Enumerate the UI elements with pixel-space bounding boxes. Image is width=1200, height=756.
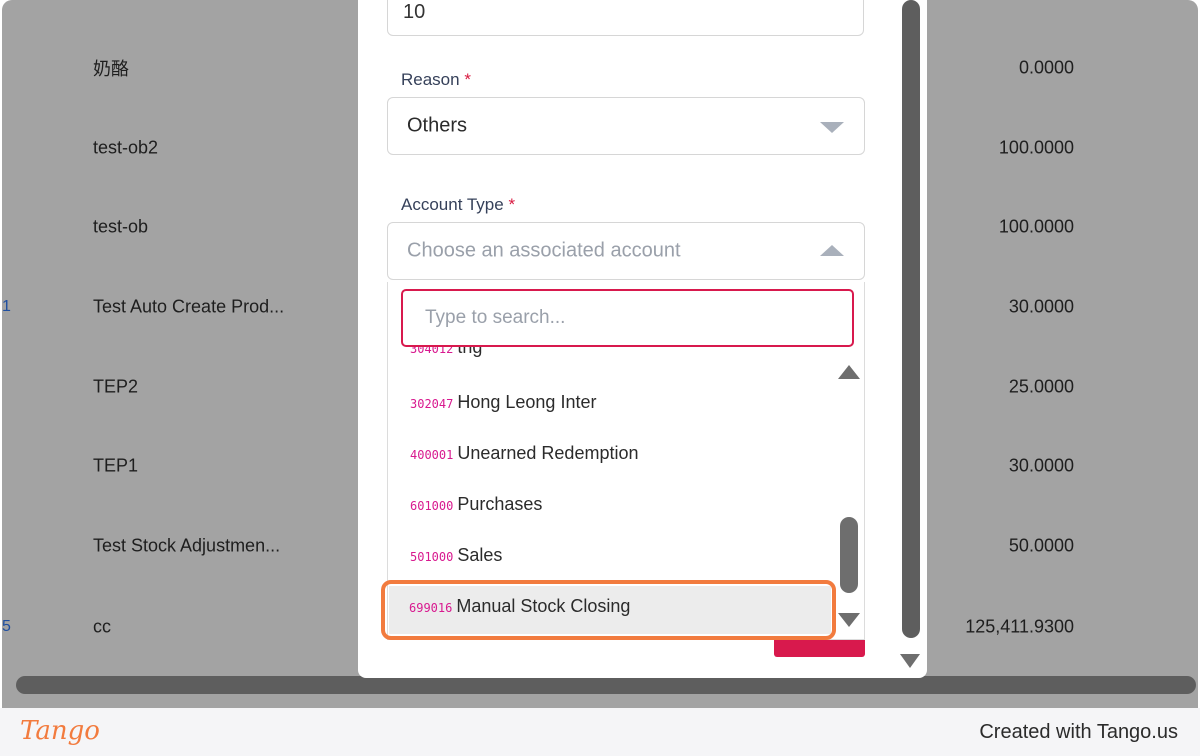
scroll-down-arrow-icon[interactable]: [838, 613, 860, 627]
reason-value: Others: [407, 114, 468, 137]
product-name: test-ob2: [93, 137, 159, 158]
product-name: test-ob: [93, 216, 149, 237]
click-highlight-frame: [381, 580, 836, 640]
quantity-value: 10: [403, 1, 426, 23]
product-name: cc: [93, 616, 111, 637]
product-name: Test Auto Create Prod...: [93, 296, 285, 317]
reason-label: Reason *: [401, 70, 471, 89]
dropdown-scrollbar[interactable]: [840, 517, 858, 593]
chevron-down-icon: [820, 122, 844, 133]
list-item-clipped[interactable]: 304012 tng: [388, 347, 828, 359]
row-edge-link: 1: [2, 298, 11, 315]
footer-credit: Created with Tango.us: [979, 721, 1178, 743]
product-value: 50.0000: [1008, 535, 1074, 556]
account-code: 302047: [410, 397, 454, 411]
product-name: Test Stock Adjustmen...: [93, 535, 281, 556]
account-code: 400001: [410, 448, 454, 462]
chevron-up-icon: [820, 245, 844, 256]
list-item[interactable]: 601000 Purchases: [410, 494, 542, 515]
footer: Tango Created with Tango.us: [0, 708, 1200, 756]
account-search-input[interactable]: Type to search...: [401, 289, 854, 347]
modal-vertical-scrollbar[interactable]: [902, 0, 920, 638]
list-item[interactable]: 302047 Hong Leong Inter: [410, 392, 596, 413]
product-value: 30.0000: [1008, 455, 1074, 476]
list-item[interactable]: 400001 Unearned Redemption: [410, 443, 638, 464]
product-value: 0.0000: [1018, 57, 1074, 78]
list-item[interactable]: 501000 Sales: [410, 545, 502, 566]
product-value: 100.0000: [998, 216, 1074, 237]
account-code: 501000: [410, 550, 454, 564]
product-name: TEP1: [93, 455, 139, 476]
scroll-down-arrow-icon[interactable]: [900, 654, 920, 668]
account-code: 304012: [410, 347, 454, 356]
product-name: 奶酪: [93, 59, 129, 79]
product-value: 100.0000: [998, 137, 1074, 158]
account-type-select[interactable]: Choose an associated account: [387, 222, 865, 280]
required-mark: *: [508, 195, 516, 214]
quantity-input[interactable]: 10: [387, 0, 864, 36]
account-name: Unearned Redemption: [457, 443, 639, 463]
account-name: Purchases: [457, 494, 543, 514]
tango-logo: Tango: [20, 716, 100, 746]
account-name: tng: [457, 347, 483, 357]
product-value: 25.0000: [1008, 376, 1074, 397]
account-code: 601000: [410, 499, 454, 513]
account-type-placeholder: Choose an associated account: [407, 239, 681, 262]
scroll-up-arrow-icon[interactable]: [838, 365, 860, 379]
required-mark: *: [464, 70, 471, 89]
reason-select[interactable]: Others: [387, 97, 865, 155]
product-value: 30.0000: [1008, 296, 1074, 317]
account-type-label: Account Type *: [401, 195, 516, 214]
search-placeholder: Type to search...: [425, 307, 566, 328]
row-edge-link: 5: [2, 618, 11, 635]
account-name: Sales: [457, 545, 503, 565]
account-name: Hong Leong Inter: [457, 392, 597, 412]
horizontal-scrollbar[interactable]: [16, 676, 1196, 694]
product-value: 125,411.9300: [965, 616, 1074, 637]
product-name: TEP2: [93, 376, 139, 397]
